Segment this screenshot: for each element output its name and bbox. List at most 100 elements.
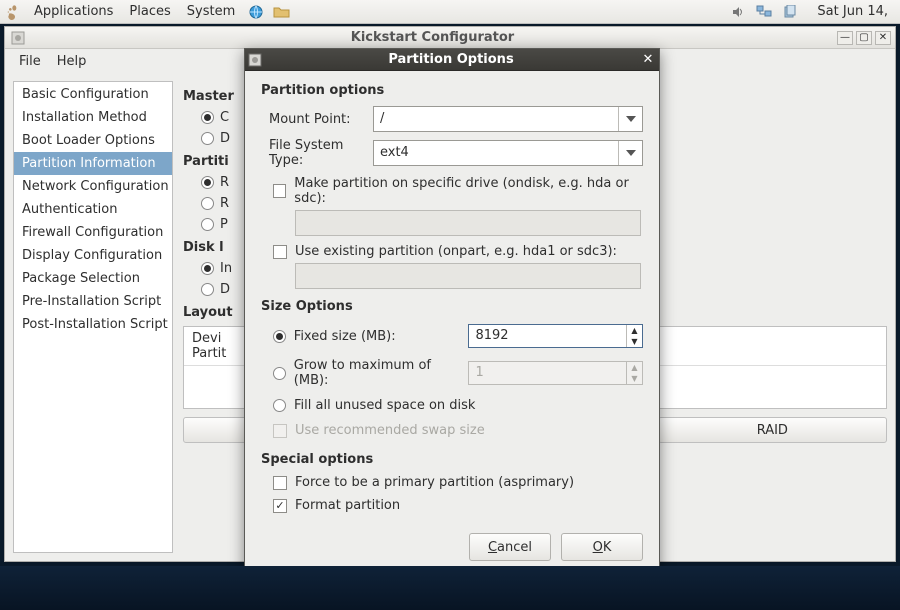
label-fs-type: File System Type: bbox=[261, 138, 373, 168]
row-fs-type: File System Type: ext4 bbox=[261, 138, 643, 168]
radio-label: P bbox=[220, 217, 228, 232]
combo-mount-point[interactable]: / bbox=[373, 106, 643, 132]
radio-empty-icon bbox=[201, 197, 214, 210]
checkbox-format[interactable] bbox=[273, 499, 287, 513]
combo-fs-type[interactable]: ext4 bbox=[373, 140, 643, 166]
checkbox-primary-row[interactable]: Force to be a primary partition (asprima… bbox=[261, 475, 643, 490]
panel-menu-places[interactable]: Places bbox=[121, 4, 178, 19]
menu-help[interactable]: Help bbox=[49, 54, 95, 69]
radio-label: C bbox=[220, 110, 229, 125]
checkbox-format-row[interactable]: Format partition bbox=[261, 498, 643, 513]
radio-label: R bbox=[220, 196, 229, 211]
radio-dot-icon bbox=[201, 262, 214, 275]
radio-dot-icon bbox=[273, 330, 286, 343]
dialog-close-button[interactable]: ✕ bbox=[637, 52, 659, 67]
spin-fixed-size[interactable]: 8192 ▲ ▼ bbox=[468, 324, 643, 348]
sidebar-item-basic-configuration[interactable]: Basic Configuration bbox=[14, 83, 172, 106]
radio-fill-label: Fill all unused space on disk bbox=[294, 398, 475, 413]
layout-header-partition: Partit bbox=[192, 346, 226, 361]
radio-fill-row[interactable]: Fill all unused space on disk bbox=[261, 398, 643, 413]
spin-down-icon: ▼ bbox=[627, 373, 642, 384]
cancel-button[interactable]: Cancel bbox=[469, 533, 551, 561]
checkbox-ondisk-row[interactable]: Make partition on specific drive (ondisk… bbox=[261, 176, 643, 206]
sidebar-item-firewall-configuration[interactable]: Firewall Configuration bbox=[14, 221, 172, 244]
section-partition-options: Partition options bbox=[261, 83, 643, 98]
sidebar-item-package-selection[interactable]: Package Selection bbox=[14, 267, 172, 290]
radio-label: D bbox=[220, 282, 230, 297]
radio-empty-icon bbox=[273, 399, 286, 412]
radio-label: R bbox=[220, 175, 229, 190]
sidebar-item-installation-method[interactable]: Installation Method bbox=[14, 106, 172, 129]
spin-fixed-size-value: 8192 bbox=[469, 325, 626, 347]
volume-icon[interactable] bbox=[727, 3, 749, 21]
radio-grow-label: Grow to maximum of (MB): bbox=[294, 358, 461, 388]
radio-empty-icon bbox=[201, 218, 214, 231]
sidebar-item-network-configuration[interactable]: Network Configuration bbox=[14, 175, 172, 198]
radio-fixed-size-label: Fixed size (MB): bbox=[294, 329, 461, 344]
mnemonic: O bbox=[593, 540, 603, 555]
app-icon bbox=[9, 29, 27, 47]
checkbox-primary[interactable] bbox=[273, 476, 287, 490]
folder-launcher-icon[interactable] bbox=[271, 3, 293, 21]
window-title: Kickstart Configurator bbox=[31, 30, 834, 45]
combo-mount-point-value: / bbox=[374, 107, 618, 131]
section-size-options: Size Options bbox=[261, 299, 643, 314]
window-maximize-button[interactable]: ▢ bbox=[856, 31, 872, 45]
layout-header-device: Devi bbox=[192, 331, 221, 346]
sidebar-item-boot-loader-options[interactable]: Boot Loader Options bbox=[14, 129, 172, 152]
browser-launcher-icon[interactable] bbox=[245, 3, 267, 21]
spin-grow-value: 1 bbox=[469, 362, 626, 384]
chevron-down-icon[interactable] bbox=[618, 107, 642, 131]
sidebar-item-display-configuration[interactable]: Display Configuration bbox=[14, 244, 172, 267]
panel-menu-system[interactable]: System bbox=[179, 4, 243, 19]
spin-up-icon: ▲ bbox=[627, 362, 642, 373]
panel-clock[interactable]: Sat Jun 14, bbox=[803, 4, 896, 19]
checkbox-onpart-row[interactable]: Use existing partition (onpart, e.g. hda… bbox=[261, 244, 643, 259]
gnome-panel: Applications Places System Sat Jun 14, bbox=[0, 0, 900, 24]
window-minimize-button[interactable]: — bbox=[837, 31, 853, 45]
sidebar: Basic Configuration Installation Method … bbox=[13, 81, 173, 553]
radio-dot-icon bbox=[201, 176, 214, 189]
radio-empty-icon bbox=[201, 132, 214, 145]
checkbox-swap-row: Use recommended swap size bbox=[261, 423, 643, 438]
checkbox-swap-label: Use recommended swap size bbox=[295, 423, 485, 438]
dialog-app-icon bbox=[245, 53, 265, 67]
sidebar-item-partition-information[interactable]: Partition Information bbox=[14, 152, 172, 175]
checkbox-primary-label: Force to be a primary partition (asprima… bbox=[295, 475, 574, 490]
spin-down-icon[interactable]: ▼ bbox=[627, 336, 642, 347]
raid-button[interactable]: RAID bbox=[658, 417, 887, 443]
clipboard-icon[interactable] bbox=[779, 3, 801, 21]
spin-arrows: ▲ ▼ bbox=[626, 325, 642, 347]
dialog-button-bar: Cancel OK bbox=[245, 527, 659, 571]
ok-button[interactable]: OK bbox=[561, 533, 643, 561]
section-special-options: Special options bbox=[261, 452, 643, 467]
spin-grow: 1 ▲ ▼ bbox=[468, 361, 643, 385]
partition-options-dialog: Partition Options ✕ Partition options Mo… bbox=[244, 48, 660, 576]
checkbox-format-label: Format partition bbox=[295, 498, 400, 513]
row-mount-point: Mount Point: / bbox=[261, 106, 643, 132]
dialog-titlebar: Partition Options ✕ bbox=[245, 49, 659, 71]
input-ondisk bbox=[295, 210, 641, 236]
sidebar-item-post-installation-script[interactable]: Post-Installation Script bbox=[14, 313, 172, 336]
radio-grow-row[interactable]: Grow to maximum of (MB): 1 ▲ ▼ bbox=[261, 358, 643, 388]
chevron-down-icon[interactable] bbox=[618, 141, 642, 165]
network-icon[interactable] bbox=[753, 3, 775, 21]
checkbox-onpart-label: Use existing partition (onpart, e.g. hda… bbox=[295, 244, 617, 259]
radio-dot-icon bbox=[201, 111, 214, 124]
dialog-body: Partition options Mount Point: / File Sy… bbox=[245, 71, 659, 527]
sidebar-item-authentication[interactable]: Authentication bbox=[14, 198, 172, 221]
spin-arrows: ▲ ▼ bbox=[626, 362, 642, 384]
btn-text: ancel bbox=[497, 540, 532, 555]
combo-fs-type-value: ext4 bbox=[374, 141, 618, 165]
input-onpart bbox=[295, 263, 641, 289]
radio-label: In bbox=[220, 261, 232, 276]
radio-fixed-size-row[interactable]: Fixed size (MB): 8192 ▲ ▼ bbox=[261, 324, 643, 348]
panel-menu-applications[interactable]: Applications bbox=[26, 4, 121, 19]
radio-empty-icon bbox=[273, 367, 286, 380]
window-close-button[interactable]: ✕ bbox=[875, 31, 891, 45]
checkbox-ondisk[interactable] bbox=[273, 184, 286, 198]
sidebar-item-pre-installation-script[interactable]: Pre-Installation Script bbox=[14, 290, 172, 313]
spin-up-icon[interactable]: ▲ bbox=[627, 325, 642, 336]
checkbox-onpart[interactable] bbox=[273, 245, 287, 259]
menu-file[interactable]: File bbox=[11, 54, 49, 69]
